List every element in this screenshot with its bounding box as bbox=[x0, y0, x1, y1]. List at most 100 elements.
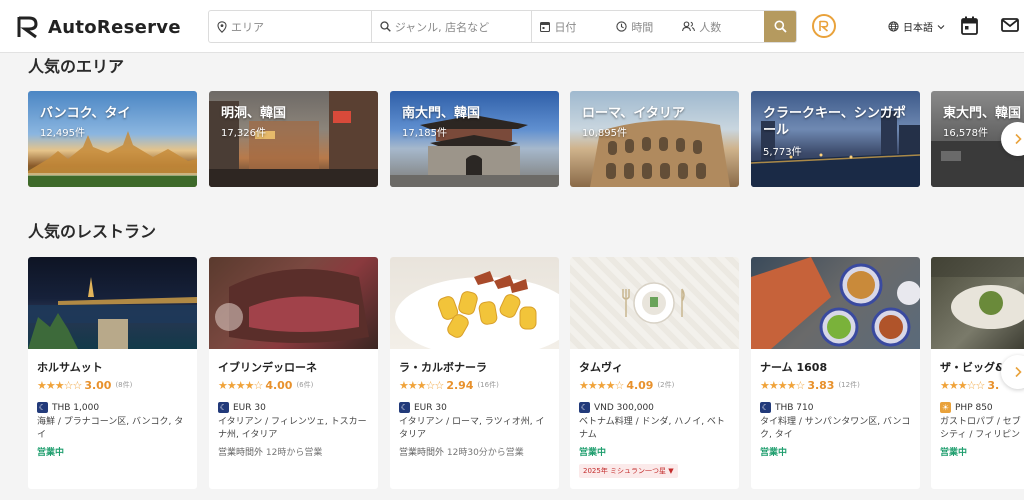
rating-stars: ★★★☆☆ bbox=[940, 378, 985, 392]
rating-stars: ★★★★☆ bbox=[218, 378, 263, 392]
price: ☾ VND 300,000 bbox=[579, 402, 730, 413]
date-picker[interactable]: 日付 bbox=[532, 11, 608, 42]
time-label: 時間 bbox=[631, 20, 654, 34]
restaurant-card[interactable]: イブリンデッローネ ★★★★☆ 4.00 (6件) ☾ EUR 30 イタリアン … bbox=[209, 257, 378, 489]
restaurant-card[interactable]: ナーム 1608 ★★★★☆ 3.83 (12件) ☾ THB 710 タイ料理 … bbox=[751, 257, 920, 489]
restaurant-card[interactable]: ホルサムット ★★★☆☆ 3.00 (8件) ☾ THB 1,000 海鮮 / プ… bbox=[28, 257, 197, 489]
restaurant-image bbox=[931, 257, 1024, 349]
rating: ★★★☆☆ 3.00 (8件) bbox=[37, 378, 188, 392]
restaurant-name: イブリンデッローネ bbox=[218, 361, 317, 374]
popular-restaurants-title: 人気のレストラン bbox=[28, 222, 157, 241]
placeholder-dish-icon bbox=[622, 282, 685, 324]
restaurant-card[interactable]: タムヴィ ★★★★☆ 4.09 (2件) ☾ VND 300,000 ベトナム料理… bbox=[570, 257, 739, 489]
rating-stars: ★★★★☆ bbox=[579, 378, 624, 392]
area-count: 17,185件 bbox=[402, 128, 447, 139]
review-count: (12件) bbox=[838, 381, 860, 389]
language-label: 日本語 bbox=[903, 23, 933, 34]
area-count: 17,326件 bbox=[221, 128, 266, 139]
price-value: EUR 30 bbox=[414, 402, 447, 413]
price-value: THB 1,000 bbox=[52, 402, 100, 413]
people-icon bbox=[682, 21, 696, 32]
rating-score: 2.94 bbox=[446, 378, 474, 392]
chevron-right-icon bbox=[1015, 133, 1022, 145]
area-card-namdaemun[interactable]: 南大門、韓国 17,185件 bbox=[390, 91, 559, 187]
review-count: (8件) bbox=[115, 381, 133, 389]
cuisine-location: ガストロパブ / セブシティ / フィリピン bbox=[940, 417, 1021, 440]
restaurant-image bbox=[751, 257, 920, 349]
area-count: 12,495件 bbox=[40, 128, 85, 139]
area-name: 明洞、韓国 bbox=[221, 106, 287, 121]
rating-stars: ★★★★☆ bbox=[760, 378, 805, 392]
area-card-myeongdong[interactable]: 明洞、韓国 17,326件 bbox=[209, 91, 378, 187]
logo-mark-icon bbox=[17, 16, 38, 39]
open-status: 営業中 bbox=[760, 448, 788, 458]
hours-time: 12時30分から営業 bbox=[446, 448, 524, 458]
logo[interactable]: AutoReserve bbox=[16, 15, 181, 39]
area-placeholder: エリア bbox=[231, 20, 264, 34]
price: ☀ PHP 850 bbox=[940, 402, 1024, 413]
language-selector[interactable]: 日本語 bbox=[888, 19, 945, 34]
restaurant-name: ラ・カルボナーラ bbox=[399, 361, 487, 374]
search-button[interactable] bbox=[764, 11, 796, 42]
price-value: VND 300,000 bbox=[594, 402, 654, 413]
moon-icon: ☾ bbox=[760, 402, 771, 413]
restaurant-image bbox=[209, 257, 378, 349]
cuisine-location: ベトナム料理 / ドンダ, ハノイ, ベトナム bbox=[579, 417, 725, 440]
open-status: 営業中 bbox=[37, 448, 65, 458]
michelin-badge[interactable]: 2025年 ミシュラン一つ星 ▼ bbox=[579, 464, 678, 478]
area-card-bangkok[interactable]: バンコク、タイ 12,495件 bbox=[28, 91, 197, 187]
area-card-clarke-quay[interactable]: クラークキー、シンガポール 5,773件 bbox=[751, 91, 920, 187]
calendar-small-icon bbox=[540, 21, 551, 32]
mail-icon[interactable] bbox=[1001, 18, 1019, 32]
restaurant-card[interactable]: ラ・カルボナーラ ★★★☆☆ 2.94 (16件) ☾ EUR 30 イタリアン … bbox=[390, 257, 559, 489]
moon-icon: ☾ bbox=[579, 402, 590, 413]
search-bar: エリア ジャンル, 店名など 日付 時間 人数 bbox=[208, 10, 797, 43]
genre-placeholder: ジャンル, 店名など bbox=[394, 20, 490, 34]
cuisine-location: イタリアン / フィレンツェ, トスカーナ州, イタリア bbox=[218, 417, 367, 440]
restaurant-image bbox=[390, 257, 559, 349]
cuisine-location: イタリアン / ローマ, ラツィオ州, イタリア bbox=[399, 417, 545, 440]
time-picker[interactable]: 時間 bbox=[608, 11, 674, 42]
rating: ★★★★☆ 3.83 (12件) bbox=[760, 378, 911, 392]
review-count: (2件) bbox=[657, 381, 675, 389]
genre-input[interactable]: ジャンル, 店名など bbox=[372, 11, 533, 42]
hours-status: 営業時間外 12時から営業 bbox=[218, 445, 369, 458]
rating-score: 3.00 bbox=[84, 378, 112, 392]
rating-score: 3.83 bbox=[807, 378, 835, 392]
globe-icon bbox=[888, 21, 899, 32]
logo-text: AutoReserve bbox=[48, 16, 181, 38]
restaurant-name: ホルサムット bbox=[37, 361, 103, 374]
calendar-icon[interactable] bbox=[961, 16, 978, 35]
restaurant-image bbox=[28, 257, 197, 349]
area-count: 16,578件 bbox=[943, 128, 988, 139]
rating: ★★★★☆ 4.00 (6件) bbox=[218, 378, 369, 392]
price-value: THB 710 bbox=[775, 402, 814, 413]
area-card-rome[interactable]: ローマ、イタリア 10,895件 bbox=[570, 91, 739, 187]
open-status: 営業中 bbox=[940, 448, 968, 458]
rating-stars: ★★★☆☆ bbox=[37, 378, 82, 392]
search-icon bbox=[774, 20, 787, 33]
area-count: 5,773件 bbox=[763, 147, 802, 158]
area-name: クラークキー、シンガポール bbox=[763, 106, 906, 138]
area-name: ローマ、イタリア bbox=[582, 106, 685, 121]
hours-time: 12時から営業 bbox=[265, 448, 323, 458]
people-picker[interactable]: 人数 bbox=[674, 11, 764, 42]
area-input[interactable]: エリア bbox=[209, 11, 372, 42]
chevron-right-icon bbox=[1015, 366, 1022, 378]
moon-icon: ☾ bbox=[37, 402, 48, 413]
review-count: (16件) bbox=[477, 381, 499, 389]
hours-status: 営業時間外 12時30分から営業 bbox=[399, 445, 550, 458]
top-header: AutoReserve エリア ジャンル, 店名など 日付 時間 人数 日本語 bbox=[0, 0, 1024, 53]
sun-icon: ☀ bbox=[940, 402, 951, 413]
member-badge-icon[interactable] bbox=[812, 14, 836, 38]
rating-score: 4.00 bbox=[265, 378, 293, 392]
rating-score: 4.09 bbox=[626, 378, 654, 392]
people-label: 人数 bbox=[699, 20, 722, 34]
area-name: 東大門、韓国 bbox=[943, 106, 1022, 121]
price: ☾ THB 1,000 bbox=[37, 402, 188, 413]
price: ☾ EUR 30 bbox=[399, 402, 550, 413]
area-name: 南大門、韓国 bbox=[402, 106, 481, 121]
rating-score: 3. bbox=[987, 378, 1000, 392]
area-count: 10,895件 bbox=[582, 128, 627, 139]
restaurant-name: タムヴィ bbox=[579, 361, 623, 374]
